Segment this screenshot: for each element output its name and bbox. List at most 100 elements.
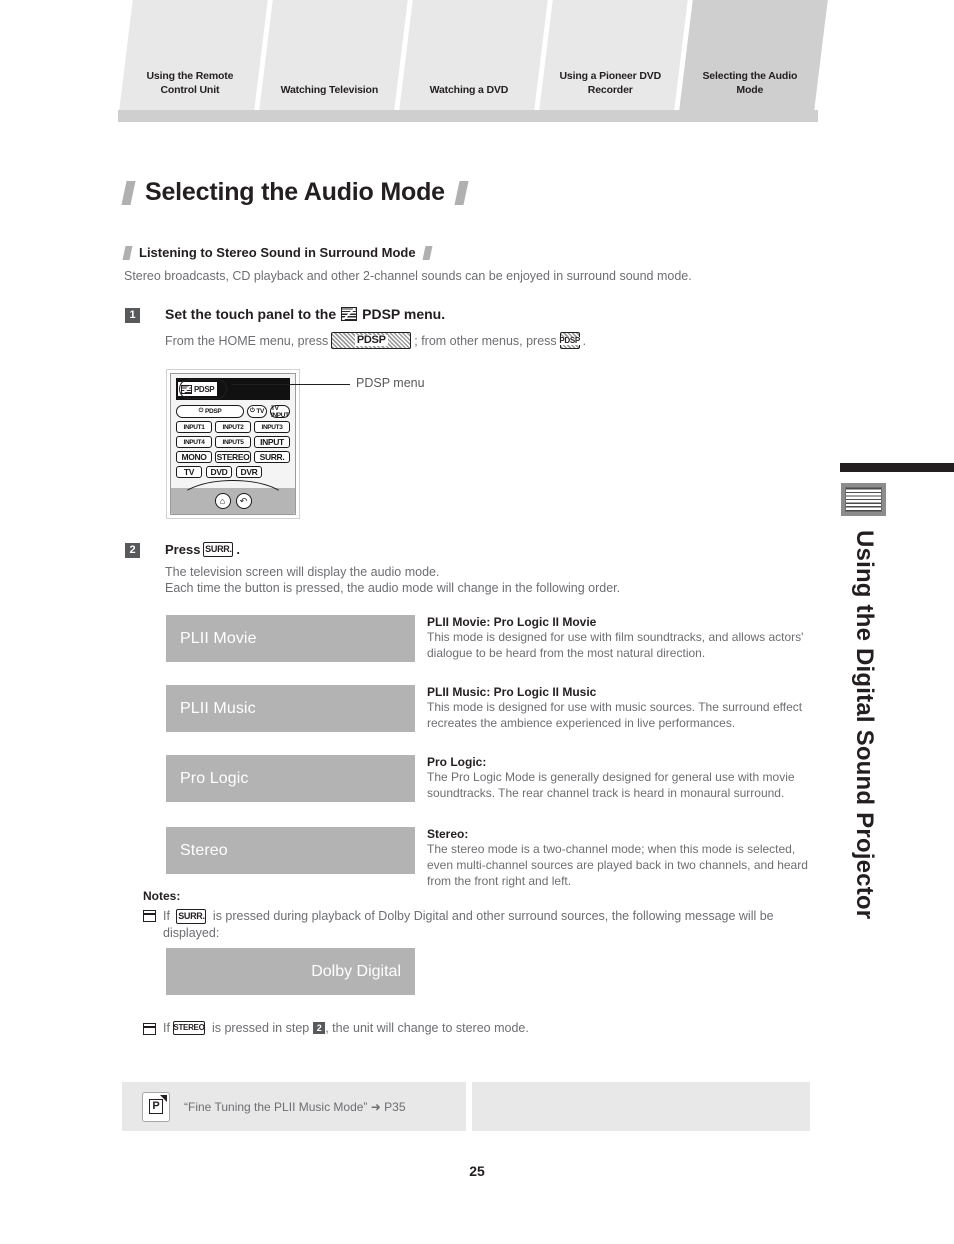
tab-watching-television[interactable]: Watching Television [259,0,408,110]
step-1-badge: 1 [125,308,140,323]
audio-mode-row-plii-music: PLII Music PLII Music: Pro Logic II Musi… [166,685,818,751]
page-number: 25 [469,1163,485,1179]
pdsp-small-key-icon: PDSP [558,332,581,349]
audio-mode-description-body: The Pro Logic Mode is generally designed… [427,770,795,800]
remote-button-label: TV [256,408,264,415]
audio-mode-description-body: This mode is designed for use with music… [427,700,803,730]
keypad-grid-icon [841,483,886,516]
pdsp-wide-key-label: PDSP [354,334,388,346]
remote-button-tv-source[interactable]: TV [176,466,202,478]
tab-label: Using the Remote Control Unit [146,70,234,97]
step-2-line-1: The television screen will display the a… [165,565,440,579]
remote-button-dvr[interactable]: DVR [236,466,262,478]
pdsp-small-key-label: PDSP [558,335,581,345]
audio-mode-row-stereo: Stereo Stereo: The stereo mode is a two-… [166,827,818,893]
tab-using-a-pioneer-dvd-recorder[interactable]: Using a Pioneer DVD Recorder [539,0,688,110]
step-2-title-after: . [236,542,241,557]
step-1-title-after: PDSP menu. [362,306,446,322]
tab-using-the-remote-control-unit[interactable]: Using the Remote Control Unit [119,0,268,110]
audio-mode-description-body: The stereo mode is a two-channel mode; w… [427,842,808,888]
surr-key-icon: SURR. [176,909,207,925]
remote-button-tv[interactable]: ⏻ TV [247,405,267,418]
callout-leader-line [232,384,350,386]
remote-button-input5[interactable]: INPUT5 [215,436,251,448]
audio-mode-description: PLII Music: Pro Logic II Music This mode… [427,685,817,732]
step-1-title-before: Set the touch panel to the [165,306,337,322]
remote-button-input1[interactable]: INPUT1 [176,421,212,433]
note-1-text: If SURR. is pressed during playback of D… [163,908,808,942]
audio-mode-box-label: Stereo [180,841,228,859]
remote-button-label: INPUT3 [261,423,283,431]
home-icon[interactable]: ⌂ [214,493,231,509]
audio-mode-box: PLII Music [166,685,415,732]
remote-button-input3[interactable]: INPUT3 [254,421,290,433]
remote-button-label: PDSP [205,408,222,415]
remote-button-row-3: INPUT4 INPUT5 INPUT [171,436,295,448]
remote-button-surr[interactable]: SURR. [254,451,290,463]
remote-bottom-panel: ⌂ ↶ [171,480,295,514]
reference-text: “Fine Tuning the PLII Music Mode” ➜ P35 [184,1099,406,1114]
audio-mode-box-label: Pro Logic [180,769,249,787]
note-2-middle: is pressed in step [211,1021,310,1035]
reference-box[interactable]: P “Fine Tuning the PLII Music Mode” ➜ P3… [122,1082,466,1131]
remote-button-row-2: INPUT1 INPUT2 INPUT3 [171,421,295,433]
dolby-digital-label: Dolby Digital [311,962,401,980]
page-corner-fold-icon [160,1094,167,1102]
step-1-title: Set the touch panel to the PDSP menu. [165,306,445,322]
remote-body: PDSP ⏻ PDSP ⏻ TV TV INPUT INPUT1 INPUT2 IN… [170,373,296,515]
remote-touch-panel-screen: PDSP [176,378,290,400]
remote-button-label: INPUT5 [222,438,244,446]
subheading: Listening to Stereo Sound in Surround Mo… [139,245,416,260]
keypad-grid-icon-inner [845,487,882,512]
remote-button-label: STEREO [216,452,250,462]
page-title: Selecting the Audio Mode [145,178,445,206]
step-1-sub-middle: ; from other menus, press [414,333,557,348]
surr-key-icon: SURR. [203,542,234,557]
tab-label: Selecting the Audio Mode [702,70,798,97]
remote-button-tv-input[interactable]: TV INPUT [270,404,290,419]
remote-button-label: INPUT4 [183,438,205,446]
callout-label-pdsp-menu: PDSP menu [356,376,425,390]
section-tab-strip: Using the Remote Control Unit Watching T… [118,0,828,122]
step-1-sub-after: . [582,333,587,348]
audio-mode-description-title: Stereo: [427,827,469,841]
remote-button-dvd[interactable]: DVD [206,466,232,478]
tab-selecting-the-audio-mode[interactable]: Selecting the Audio Mode [679,0,828,110]
title-bar-left-icon [121,180,136,205]
step-2-line-2: Each time the button is pressed, the aud… [165,581,621,595]
remote-button-row-1: ⏻ PDSP ⏻ TV TV INPUT [171,404,295,419]
side-tab-rule [840,463,954,472]
page-reference-icon: P [142,1091,170,1122]
remote-screen-tab-label: PDSP [194,384,215,394]
remote-button-pdsp[interactable]: ⏻ PDSP [176,405,244,418]
power-icon: ⏻ [198,408,204,414]
remote-button-input2[interactable]: INPUT2 [215,421,251,433]
audio-mode-box-label: PLII Movie [180,629,257,647]
subheading-row: Listening to Stereo Sound in Surround Mo… [122,245,433,260]
tab-label: Using a Pioneer DVD Recorder [559,70,661,97]
return-icon[interactable]: ↶ [235,493,252,509]
audio-mode-description: Stereo: The stereo mode is a two-channel… [427,827,817,890]
remote-button-input4[interactable]: INPUT4 [176,436,212,448]
step-1-sub-before: From the HOME menu, press [165,333,329,348]
step-1-subtext: From the HOME menu, press PDSP ; from ot… [165,332,586,349]
notes-label: Notes: [143,889,181,903]
remote-button-mono[interactable]: MONO [176,451,212,463]
surr-key-label: SURR. [178,911,205,922]
tab-watching-a-dvd[interactable]: Watching a DVD [399,0,548,110]
stereo-key-icon: STEREO [172,1021,205,1035]
remote-button-label: DVR [240,467,258,477]
pdsp-screen-icon [181,384,192,394]
audio-mode-box: Pro Logic [166,755,415,802]
dolby-digital-display-box: Dolby Digital [166,948,415,995]
audio-mode-row-plii-movie: PLII Movie PLII Movie: Pro Logic II Movi… [166,615,818,681]
power-icon: ⏻ [249,408,255,414]
audio-mode-box-label: PLII Music [180,699,256,717]
remote-button-stereo[interactable]: STEREO [215,451,251,463]
remote-button-label: TV INPUT [271,404,289,419]
remote-button-input[interactable]: INPUT [254,436,290,448]
tab-label: Watching a DVD [429,84,509,97]
remote-button-label: TV [183,467,195,477]
remote-button-label: DVD [210,467,228,477]
step-2-title-before: Press [165,542,201,557]
